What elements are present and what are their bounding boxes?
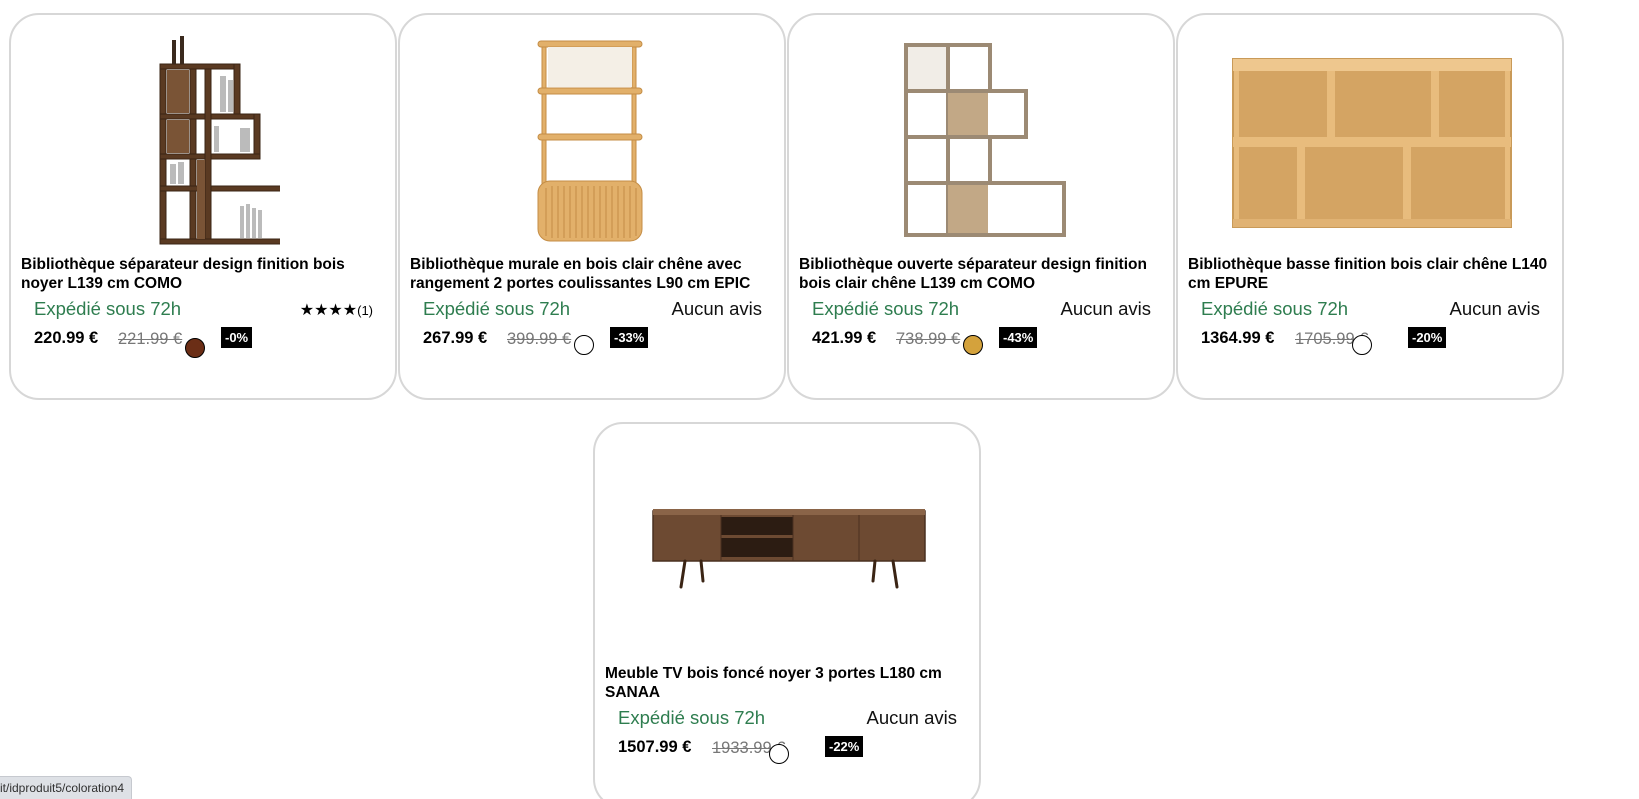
product-title[interactable]: Bibliothèque basse finition bois clair c…	[1188, 255, 1553, 293]
current-price: 1507.99 €	[618, 738, 692, 756]
color-swatch[interactable]	[185, 338, 205, 358]
product-title[interactable]: Bibliothèque séparateur design finition …	[21, 255, 386, 293]
color-swatch[interactable]	[769, 744, 789, 764]
discount-badge: -20%	[1408, 327, 1447, 348]
product-image-5[interactable]	[605, 434, 973, 666]
shipping-info: Expédié sous 72h	[812, 298, 960, 319]
product-card-3[interactable]: Bibliothèque ouverte séparateur design f…	[787, 13, 1175, 400]
product-image-2[interactable]	[410, 25, 778, 257]
walnut-bookcase-image	[159, 36, 280, 245]
link-status-bar: it/idproduit5/coloration4	[0, 776, 133, 799]
review-count: (1)	[357, 303, 373, 318]
product-card-1[interactable]: Bibliothèque séparateur design finition …	[9, 13, 397, 400]
product-title[interactable]: Bibliothèque murale en bois clair chêne …	[410, 255, 775, 293]
review-status: Aucun avis	[1060, 298, 1152, 319]
color-swatch[interactable]	[963, 335, 983, 355]
shipping-info: Expédié sous 72h	[618, 707, 766, 728]
original-price: 221.99 €	[118, 330, 183, 348]
product-card-2[interactable]: Bibliothèque murale en bois clair chêne …	[398, 13, 786, 400]
current-price: 220.99 €	[34, 329, 99, 347]
low-bookcase-image	[1232, 58, 1512, 228]
product-card-5[interactable]: Meuble TV bois foncé noyer 3 portes L180…	[593, 422, 981, 799]
color-swatch[interactable]	[1352, 335, 1372, 355]
review-status: Aucun avis	[1449, 298, 1541, 319]
discount-badge: -33%	[610, 327, 649, 348]
rating: ★★★★ (1)	[300, 303, 373, 319]
product-grid: Bibliothèque séparateur design finition …	[0, 0, 1639, 799]
shipping-info: Expédié sous 72h	[423, 298, 571, 319]
product-image-1[interactable]	[21, 25, 389, 257]
original-price: 738.99 €	[896, 330, 961, 348]
color-swatch[interactable]	[574, 335, 594, 355]
star-rating-icon: ★★★★	[299, 302, 358, 319]
current-price: 1364.99 €	[1201, 329, 1275, 347]
product-card-4[interactable]: Bibliothèque basse finition bois clair c…	[1176, 13, 1564, 400]
review-status: Aucun avis	[866, 707, 958, 728]
discount-badge: -22%	[825, 736, 864, 757]
tv-stand-image	[652, 509, 926, 589]
product-title[interactable]: Meuble TV bois foncé noyer 3 portes L180…	[605, 664, 970, 702]
current-price: 421.99 €	[812, 329, 877, 347]
oak-bookcase-image	[904, 43, 1066, 237]
product-title[interactable]: Bibliothèque ouverte séparateur design f…	[799, 255, 1164, 293]
shipping-info: Expédié sous 72h	[34, 298, 182, 319]
oak-wall-shelf-image	[537, 40, 643, 242]
discount-badge: -0%	[221, 327, 253, 348]
current-price: 267.99 €	[423, 329, 488, 347]
review-status: Aucun avis	[671, 298, 763, 319]
discount-badge: -43%	[999, 327, 1038, 348]
product-image-4[interactable]	[1188, 25, 1556, 257]
original-price: 399.99 €	[507, 330, 572, 348]
product-image-3[interactable]	[799, 25, 1167, 257]
shipping-info: Expédié sous 72h	[1201, 298, 1349, 319]
